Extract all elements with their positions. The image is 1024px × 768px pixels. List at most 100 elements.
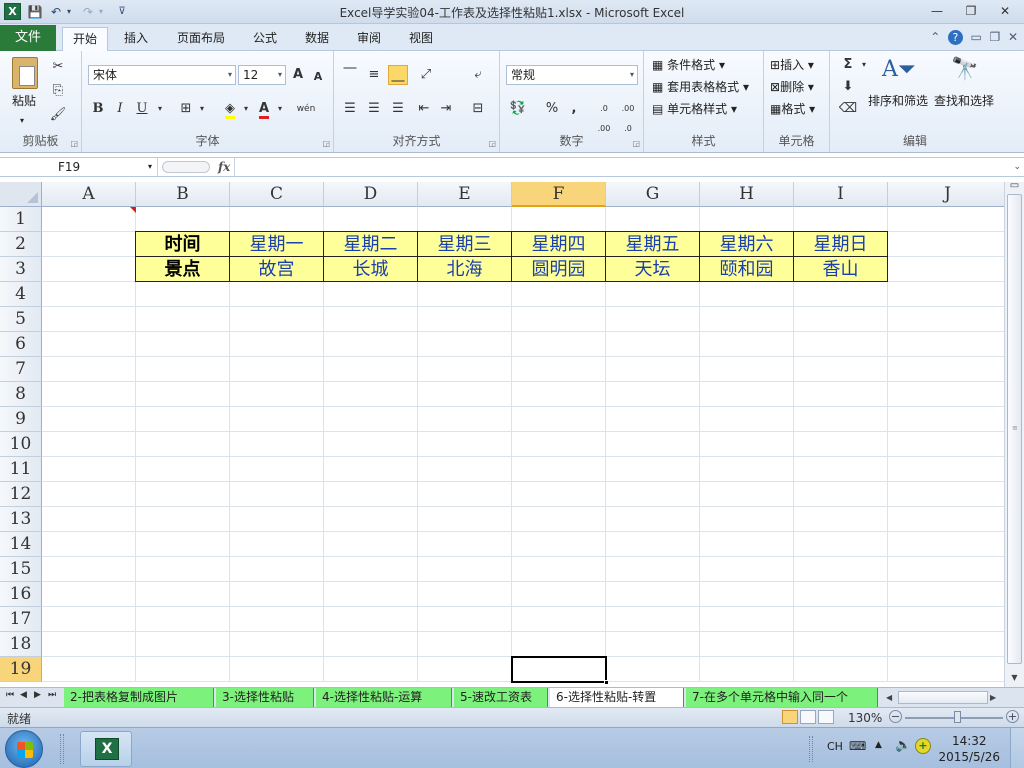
- column-header-j[interactable]: J: [888, 182, 1004, 207]
- cell-i8[interactable]: [794, 382, 888, 407]
- cell-i1[interactable]: [794, 207, 888, 232]
- cell-h3[interactable]: 颐和园: [700, 257, 794, 282]
- cell-h17[interactable]: [700, 607, 794, 632]
- cell-a3[interactable]: [42, 257, 136, 282]
- cell-h16[interactable]: [700, 582, 794, 607]
- cell-h10[interactable]: [700, 432, 794, 457]
- cell-f19[interactable]: [512, 657, 606, 682]
- cell-h19[interactable]: [700, 657, 794, 682]
- column-header-g[interactable]: G: [606, 182, 700, 207]
- cell-j3[interactable]: [888, 257, 1004, 282]
- comma-button[interactable]: ,: [564, 99, 584, 119]
- cell-c9[interactable]: [230, 407, 324, 432]
- cell-a14[interactable]: [42, 532, 136, 557]
- formula-input[interactable]: [240, 158, 1004, 176]
- cell-f11[interactable]: [512, 457, 606, 482]
- format-painter-icon[interactable]: 🖌: [48, 105, 68, 125]
- copy-icon[interactable]: ⎘: [48, 81, 68, 101]
- cell-c7[interactable]: [230, 357, 324, 382]
- cell-b12[interactable]: [136, 482, 230, 507]
- normal-view-icon[interactable]: [782, 710, 798, 724]
- cell-h1[interactable]: [700, 207, 794, 232]
- cell-b18[interactable]: [136, 632, 230, 657]
- cell-h5[interactable]: [700, 307, 794, 332]
- cell-c15[interactable]: [230, 557, 324, 582]
- cell-e17[interactable]: [418, 607, 512, 632]
- delete-cells-button[interactable]: ⊠删除 ▾: [770, 79, 814, 95]
- cell-d12[interactable]: [324, 482, 418, 507]
- cell-a1[interactable]: [42, 207, 136, 232]
- cell-e13[interactable]: [418, 507, 512, 532]
- cell-h4[interactable]: [700, 282, 794, 307]
- row-header-8[interactable]: 8: [0, 382, 42, 407]
- cell-e5[interactable]: [418, 307, 512, 332]
- cell-a19[interactable]: [42, 657, 136, 682]
- vertical-scrollbar[interactable]: ▭ ≡ ▼: [1004, 181, 1024, 687]
- column-header-b[interactable]: B: [136, 182, 230, 207]
- autosum-dropdown-icon[interactable]: ▾: [854, 55, 874, 75]
- page-break-view-icon[interactable]: [818, 710, 834, 724]
- doc-close-icon[interactable]: ✕: [1008, 30, 1018, 44]
- cell-d14[interactable]: [324, 532, 418, 557]
- align-middle-icon[interactable]: ≡: [364, 65, 384, 85]
- cell-j14[interactable]: [888, 532, 1004, 557]
- vertical-scroll-thumb[interactable]: ≡: [1007, 194, 1022, 664]
- cell-i15[interactable]: [794, 557, 888, 582]
- cell-i4[interactable]: [794, 282, 888, 307]
- cell-f13[interactable]: [512, 507, 606, 532]
- cell-j16[interactable]: [888, 582, 1004, 607]
- cell-c18[interactable]: [230, 632, 324, 657]
- cell-d5[interactable]: [324, 307, 418, 332]
- cell-g3[interactable]: 天坛: [606, 257, 700, 282]
- cell-c2[interactable]: 星期一: [230, 232, 324, 257]
- cell-j8[interactable]: [888, 382, 1004, 407]
- row-header-3[interactable]: 3: [0, 257, 42, 282]
- cell-a7[interactable]: [42, 357, 136, 382]
- cell-h15[interactable]: [700, 557, 794, 582]
- wrap-text-icon[interactable]: ⤶: [468, 65, 488, 85]
- decrease-indent-icon[interactable]: ⇤: [414, 99, 434, 119]
- chevron-down-icon[interactable]: ▾: [148, 158, 152, 176]
- cell-g10[interactable]: [606, 432, 700, 457]
- number-format-combo[interactable]: 常规 ▾: [506, 65, 638, 85]
- align-right-icon[interactable]: ☰: [388, 99, 408, 119]
- fill-dropdown-icon[interactable]: ▾: [236, 99, 256, 119]
- decrease-decimal-icon[interactable]: .00 .0: [618, 99, 638, 133]
- cell-j9[interactable]: [888, 407, 1004, 432]
- cell-h8[interactable]: [700, 382, 794, 407]
- row-header-10[interactable]: 10: [0, 432, 42, 457]
- merge-center-icon[interactable]: ⊟: [468, 99, 488, 119]
- cell-d6[interactable]: [324, 332, 418, 357]
- doc-minimize-icon[interactable]: ▭: [971, 30, 982, 44]
- cell-j5[interactable]: [888, 307, 1004, 332]
- cell-i9[interactable]: [794, 407, 888, 432]
- cell-e14[interactable]: [418, 532, 512, 557]
- doc-restore-icon[interactable]: ❐: [990, 30, 1001, 44]
- cell-a5[interactable]: [42, 307, 136, 332]
- cell-i12[interactable]: [794, 482, 888, 507]
- cell-j17[interactable]: [888, 607, 1004, 632]
- bold-button[interactable]: B: [88, 99, 108, 119]
- cell-a16[interactable]: [42, 582, 136, 607]
- cell-j19[interactable]: [888, 657, 1004, 682]
- cell-e7[interactable]: [418, 357, 512, 382]
- horizontal-scroll-thumb[interactable]: [898, 691, 988, 704]
- phonetic-icon[interactable]: wén: [296, 99, 316, 119]
- cell-a11[interactable]: [42, 457, 136, 482]
- cell-c12[interactable]: [230, 482, 324, 507]
- cell-a2[interactable]: [42, 232, 136, 257]
- last-sheet-icon[interactable]: ⏭: [48, 690, 56, 700]
- cell-f2[interactable]: 星期四: [512, 232, 606, 257]
- worksheet-grid[interactable]: ABCDEFGHIJ 1 2 3 4 5 6 7 8 9 10 11 12 13 14 15 16 17 18 19…: [0, 182, 1004, 687]
- paste-icon[interactable]: [12, 57, 38, 89]
- cell-d11[interactable]: [324, 457, 418, 482]
- first-sheet-icon[interactable]: ⏮: [6, 690, 14, 700]
- cell-c4[interactable]: [230, 282, 324, 307]
- row-header-15[interactable]: 15: [0, 557, 42, 582]
- tab-review[interactable]: 审阅: [350, 27, 388, 51]
- cell-h14[interactable]: [700, 532, 794, 557]
- cell-b5[interactable]: [136, 307, 230, 332]
- cell-g12[interactable]: [606, 482, 700, 507]
- row-header-9[interactable]: 9: [0, 407, 42, 432]
- align-left-icon[interactable]: ☰: [340, 99, 360, 119]
